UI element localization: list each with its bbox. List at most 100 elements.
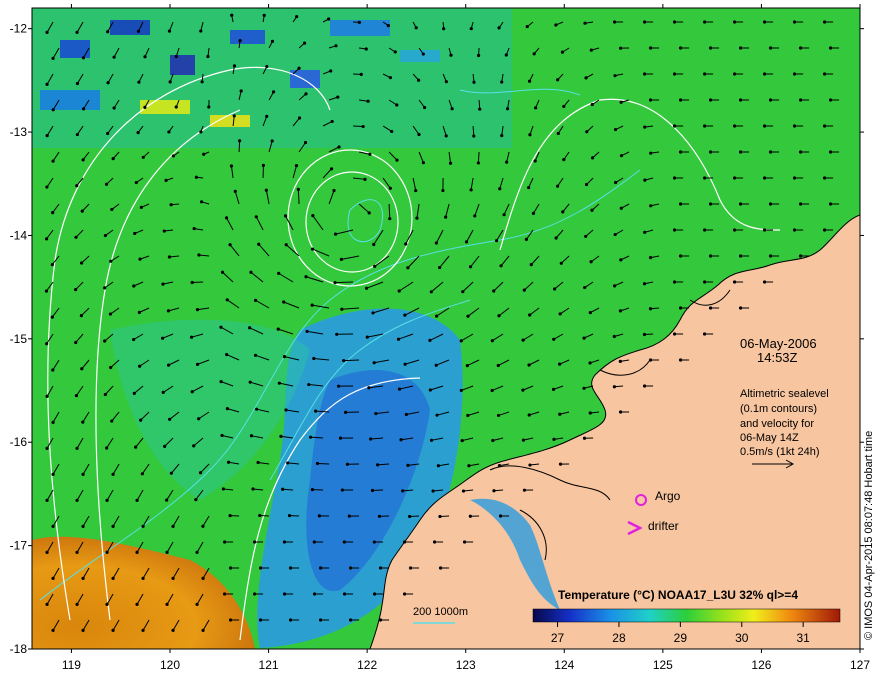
velocity-arrow-head xyxy=(619,206,623,210)
velocity-arrow-head xyxy=(315,461,320,466)
velocity-arrow-head xyxy=(166,363,171,367)
velocity-arrow xyxy=(388,203,391,219)
velocity-arrow-head xyxy=(318,618,323,622)
velocity-arrow-head xyxy=(199,200,204,204)
velocity-arrow-head xyxy=(75,81,80,86)
velocity-arrow-head xyxy=(524,237,528,241)
velocity-arrow-head xyxy=(45,602,49,606)
lon-tick-label: 119 xyxy=(62,658,81,672)
velocity-arrow-head xyxy=(798,98,803,102)
velocity-arrow-head xyxy=(220,433,224,438)
velocity-arrow-head xyxy=(106,30,110,34)
velocity-arrow-head xyxy=(378,566,383,570)
velocity-arrow-head xyxy=(822,20,827,24)
velocity-arrow-head xyxy=(75,498,79,502)
velocity-arrow-head xyxy=(81,524,85,528)
velocity-arrow-head xyxy=(367,211,371,215)
velocity-arrow-head xyxy=(374,411,378,416)
velocity-arrow-head xyxy=(583,285,587,290)
velocity-arrow-head xyxy=(390,129,394,134)
velocity-arrow-head xyxy=(262,13,266,18)
velocity-arrow-head xyxy=(75,184,79,188)
velocity-arrow-head xyxy=(295,14,299,19)
velocity-arrow-head xyxy=(678,202,683,206)
velocity-arrow-head xyxy=(397,387,402,391)
velocity-arrow-head xyxy=(464,240,469,244)
velocity-arrow-head xyxy=(642,384,647,388)
velocity-arrow-head xyxy=(258,618,263,622)
velocity-arrow-head xyxy=(318,566,323,570)
velocity-arrow-head xyxy=(531,211,536,215)
velocity-arrow-head xyxy=(828,46,833,50)
velocity-arrow-head xyxy=(81,158,85,162)
velocity-arrow-head xyxy=(334,44,338,48)
velocity-arrow-head xyxy=(104,182,109,186)
sea-field xyxy=(32,8,860,649)
velocity-arrow-head xyxy=(251,487,255,491)
velocity-arrow-head xyxy=(619,258,623,262)
velocity-arrow-head xyxy=(371,311,375,315)
velocity-arrow-head xyxy=(708,46,713,50)
velocity-arrow-head xyxy=(613,127,618,132)
velocity-arrow-head xyxy=(160,336,165,340)
velocity-arrow-head xyxy=(45,394,49,398)
altimetry-line: 0.5m/s (1kt 24h) xyxy=(740,446,819,458)
colorbar-tick-label: 29 xyxy=(674,631,688,645)
velocity-arrow-head xyxy=(134,445,138,449)
velocity-arrow-head xyxy=(406,463,410,467)
velocity-arrow-head xyxy=(438,566,443,570)
velocity-arrow-head xyxy=(221,487,226,491)
velocity-arrow-head xyxy=(51,524,55,528)
velocity-arrow-head xyxy=(678,98,683,102)
velocity-arrow-head xyxy=(192,444,196,448)
velocity-arrow-head xyxy=(109,259,113,263)
velocity-arrow-head xyxy=(197,253,201,257)
velocity-arrow-head xyxy=(584,76,588,80)
altimetry-line: (0.1m contours) xyxy=(740,403,817,415)
velocity-arrow-head xyxy=(367,386,371,390)
velocity-arrow-head xyxy=(45,446,49,450)
velocity-arrow-head xyxy=(417,78,421,82)
velocity-arrow-head xyxy=(347,514,351,518)
velocity-arrow-head xyxy=(702,332,707,336)
velocity-arrow-head xyxy=(502,213,506,217)
velocity-arrow-head xyxy=(198,471,203,475)
velocity-arrow-head xyxy=(254,215,258,219)
velocity-arrow-head xyxy=(397,289,401,293)
velocity-arrow-head xyxy=(732,176,737,180)
velocity-arrow xyxy=(477,151,480,163)
velocity-arrow-head xyxy=(164,178,168,182)
velocity-arrow-head xyxy=(206,54,210,59)
velocity-arrow-head xyxy=(287,514,292,518)
velocity-arrow-head xyxy=(271,90,276,94)
velocity-arrow-head xyxy=(282,355,287,359)
velocity-arrow-head xyxy=(534,106,538,110)
velocity-arrow-head xyxy=(792,124,797,128)
velocity-arrow-head xyxy=(768,202,773,206)
velocity-arrow-head xyxy=(506,107,510,111)
velocity-arrow-head xyxy=(613,74,617,78)
velocity-arrow-head xyxy=(406,266,410,270)
velocity-arrow-head xyxy=(472,134,476,138)
velocity-arrow-head xyxy=(403,313,407,317)
velocity-arrow-head xyxy=(270,39,275,43)
velocity-arrow-head xyxy=(163,444,167,449)
velocity-arrow-head xyxy=(521,338,525,342)
velocity-arrow-head xyxy=(643,125,647,129)
velocity-arrow-head xyxy=(527,413,531,417)
velocity-arrow-head xyxy=(678,254,683,258)
velocity-arrow-head xyxy=(702,280,707,284)
velocity-arrow-head xyxy=(44,289,49,293)
velocity-arrow-head xyxy=(194,175,198,179)
velocity-arrow-head xyxy=(708,306,713,310)
velocity-arrow-head xyxy=(732,124,737,128)
velocity-arrow-head xyxy=(201,524,205,528)
velocity-arrow-head xyxy=(333,232,338,236)
velocity-arrow-head xyxy=(672,20,677,24)
velocity-arrow-head xyxy=(584,182,589,187)
velocity-arrow-head xyxy=(284,408,288,412)
velocity-arrow-head xyxy=(404,412,408,417)
velocity-arrow-head xyxy=(288,618,293,622)
velocity-arrow-head xyxy=(80,261,84,265)
velocity-arrow-head xyxy=(75,602,79,606)
